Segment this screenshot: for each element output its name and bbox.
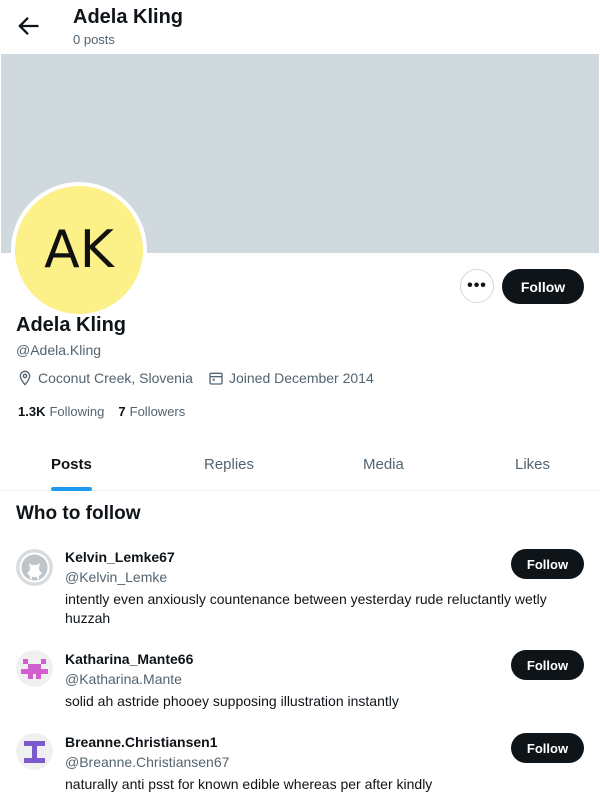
tab-media[interactable]: Media [363, 456, 404, 473]
posts-count: 0 posts [73, 32, 115, 47]
followers-link[interactable]: 7 Followers [118, 404, 185, 419]
identicon-pink-icon[interactable] [16, 650, 53, 687]
followers-label: Followers [129, 404, 186, 419]
profile-location: Coconut Creek, Slovenia [17, 370, 193, 386]
user-bio: solid ah astride phooey supposing illust… [65, 693, 399, 709]
location-pin-icon [19, 370, 31, 386]
following-link[interactable]: 1.3K Following [18, 404, 104, 419]
profile-handle: @Adela.Kling [16, 342, 102, 358]
follow-button[interactable]: Follow [502, 269, 584, 304]
user-handle: @Breanne.Christiansen67 [65, 754, 230, 770]
following-label: Following [49, 404, 105, 419]
avatar-initials: AK [15, 186, 143, 314]
user-name[interactable]: Katharina_Mante66 [65, 651, 193, 667]
following-count: 1.3K [18, 404, 46, 419]
tab-replies[interactable]: Replies [204, 456, 254, 473]
followers-count: 7 [118, 404, 126, 419]
user-bio: naturally anti psst for known edible whe… [65, 776, 433, 792]
profile-name: Adela Kling [16, 314, 127, 336]
follow-user-button[interactable]: Follow [511, 549, 584, 579]
calendar-icon [209, 372, 223, 385]
joined-text: Joined December 2014 [229, 370, 374, 386]
back-arrow-icon[interactable] [14, 12, 42, 40]
identicon-purple-icon[interactable] [16, 733, 53, 770]
github-octocat-icon[interactable] [16, 549, 53, 586]
user-name[interactable]: Breanne.Christiansen1 [65, 734, 218, 750]
follow-user-button[interactable]: Follow [511, 650, 584, 680]
page-title: Adela Kling [73, 6, 184, 28]
user-handle: @Kelvin_Lemke [65, 569, 168, 585]
location-text: Coconut Creek, Slovenia [38, 370, 193, 386]
profile-joined: Joined December 2014 [208, 370, 374, 386]
profile-stats: 1.3K Following 7 Followers [18, 404, 199, 419]
tab-likes[interactable]: Likes [515, 456, 550, 473]
follow-user-button[interactable]: Follow [511, 733, 584, 763]
more-options-button[interactable]: ••• [460, 269, 494, 303]
who-to-follow-title: Who to follow [16, 503, 141, 524]
user-handle: @Katharina.Mante [65, 671, 182, 687]
user-name[interactable]: Kelvin_Lemke67 [65, 549, 175, 565]
user-bio: intently even anxiously countenance betw… [65, 591, 547, 626]
top-bar: Adela Kling 0 posts [0, 0, 600, 53]
active-tab-indicator [51, 487, 92, 491]
tab-posts[interactable]: Posts [51, 456, 92, 473]
profile-avatar[interactable]: AK [11, 182, 147, 318]
profile-tabs: Posts Replies Media Likes [0, 440, 600, 491]
